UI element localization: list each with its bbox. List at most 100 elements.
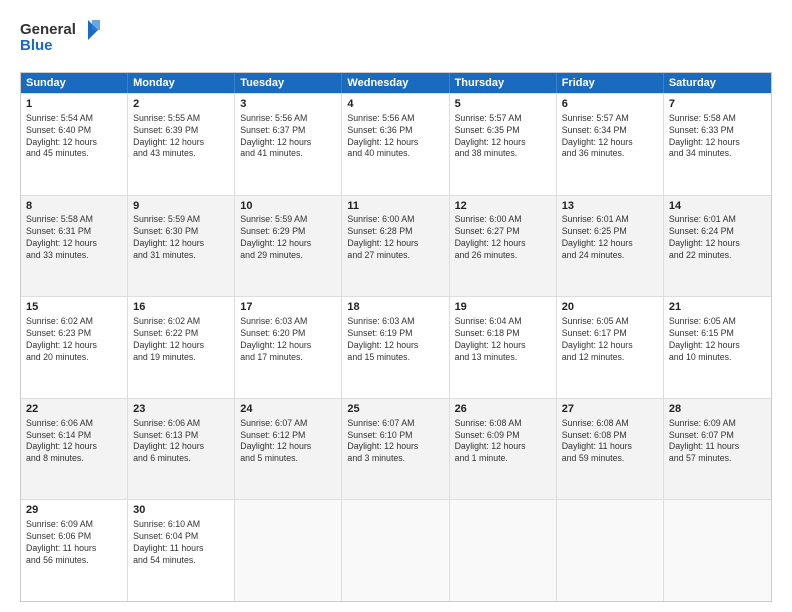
day-number: 20 bbox=[562, 300, 658, 315]
calendar: SundayMondayTuesdayWednesdayThursdayFrid… bbox=[20, 72, 772, 602]
day-number: 12 bbox=[455, 199, 551, 214]
day-info: Sunrise: 6:00 AMSunset: 6:27 PMDaylight:… bbox=[455, 214, 551, 262]
day-number: 19 bbox=[455, 300, 551, 315]
day-number: 27 bbox=[562, 402, 658, 417]
day-info: Sunrise: 5:56 AMSunset: 6:36 PMDaylight:… bbox=[347, 113, 443, 161]
day-number: 18 bbox=[347, 300, 443, 315]
day-info: Sunrise: 6:08 AMSunset: 6:08 PMDaylight:… bbox=[562, 418, 658, 466]
calendar-header-cell: Friday bbox=[557, 73, 664, 93]
calendar-body: 1Sunrise: 5:54 AMSunset: 6:40 PMDaylight… bbox=[21, 93, 771, 601]
calendar-cell: 4Sunrise: 5:56 AMSunset: 6:36 PMDaylight… bbox=[342, 94, 449, 195]
day-info: Sunrise: 6:10 AMSunset: 6:04 PMDaylight:… bbox=[133, 519, 229, 567]
calendar-week-row: 15Sunrise: 6:02 AMSunset: 6:23 PMDayligh… bbox=[21, 296, 771, 398]
day-number: 24 bbox=[240, 402, 336, 417]
calendar-cell: 9Sunrise: 5:59 AMSunset: 6:30 PMDaylight… bbox=[128, 196, 235, 297]
day-info: Sunrise: 6:00 AMSunset: 6:28 PMDaylight:… bbox=[347, 214, 443, 262]
day-info: Sunrise: 5:58 AMSunset: 6:33 PMDaylight:… bbox=[669, 113, 766, 161]
calendar-cell: 7Sunrise: 5:58 AMSunset: 6:33 PMDaylight… bbox=[664, 94, 771, 195]
calendar-cell: 1Sunrise: 5:54 AMSunset: 6:40 PMDaylight… bbox=[21, 94, 128, 195]
calendar-week-row: 8Sunrise: 5:58 AMSunset: 6:31 PMDaylight… bbox=[21, 195, 771, 297]
day-info: Sunrise: 5:58 AMSunset: 6:31 PMDaylight:… bbox=[26, 214, 122, 262]
calendar-cell bbox=[557, 500, 664, 601]
day-number: 9 bbox=[133, 199, 229, 214]
day-number: 14 bbox=[669, 199, 766, 214]
calendar-cell: 23Sunrise: 6:06 AMSunset: 6:13 PMDayligh… bbox=[128, 399, 235, 500]
day-number: 26 bbox=[455, 402, 551, 417]
day-number: 2 bbox=[133, 97, 229, 112]
calendar-cell: 6Sunrise: 5:57 AMSunset: 6:34 PMDaylight… bbox=[557, 94, 664, 195]
day-info: Sunrise: 5:54 AMSunset: 6:40 PMDaylight:… bbox=[26, 113, 122, 161]
day-number: 25 bbox=[347, 402, 443, 417]
calendar-cell: 11Sunrise: 6:00 AMSunset: 6:28 PMDayligh… bbox=[342, 196, 449, 297]
day-number: 22 bbox=[26, 402, 122, 417]
calendar-week-row: 1Sunrise: 5:54 AMSunset: 6:40 PMDaylight… bbox=[21, 93, 771, 195]
day-info: Sunrise: 6:03 AMSunset: 6:20 PMDaylight:… bbox=[240, 316, 336, 364]
day-number: 7 bbox=[669, 97, 766, 112]
page-header: General Blue bbox=[20, 18, 772, 62]
day-number: 16 bbox=[133, 300, 229, 315]
calendar-cell: 27Sunrise: 6:08 AMSunset: 6:08 PMDayligh… bbox=[557, 399, 664, 500]
day-info: Sunrise: 6:05 AMSunset: 6:17 PMDaylight:… bbox=[562, 316, 658, 364]
calendar-cell: 18Sunrise: 6:03 AMSunset: 6:19 PMDayligh… bbox=[342, 297, 449, 398]
day-number: 28 bbox=[669, 402, 766, 417]
svg-text:General: General bbox=[20, 21, 76, 38]
day-number: 3 bbox=[240, 97, 336, 112]
calendar-header-cell: Thursday bbox=[450, 73, 557, 93]
calendar-cell: 10Sunrise: 5:59 AMSunset: 6:29 PMDayligh… bbox=[235, 196, 342, 297]
day-info: Sunrise: 5:57 AMSunset: 6:34 PMDaylight:… bbox=[562, 113, 658, 161]
calendar-cell: 13Sunrise: 6:01 AMSunset: 6:25 PMDayligh… bbox=[557, 196, 664, 297]
day-number: 21 bbox=[669, 300, 766, 315]
calendar-cell bbox=[342, 500, 449, 601]
day-number: 15 bbox=[26, 300, 122, 315]
calendar-cell: 12Sunrise: 6:00 AMSunset: 6:27 PMDayligh… bbox=[450, 196, 557, 297]
day-info: Sunrise: 6:09 AMSunset: 6:06 PMDaylight:… bbox=[26, 519, 122, 567]
day-info: Sunrise: 6:06 AMSunset: 6:14 PMDaylight:… bbox=[26, 418, 122, 466]
calendar-cell: 8Sunrise: 5:58 AMSunset: 6:31 PMDaylight… bbox=[21, 196, 128, 297]
day-number: 8 bbox=[26, 199, 122, 214]
day-info: Sunrise: 6:08 AMSunset: 6:09 PMDaylight:… bbox=[455, 418, 551, 466]
calendar-cell: 14Sunrise: 6:01 AMSunset: 6:24 PMDayligh… bbox=[664, 196, 771, 297]
calendar-cell: 22Sunrise: 6:06 AMSunset: 6:14 PMDayligh… bbox=[21, 399, 128, 500]
day-number: 10 bbox=[240, 199, 336, 214]
day-info: Sunrise: 5:57 AMSunset: 6:35 PMDaylight:… bbox=[455, 113, 551, 161]
day-info: Sunrise: 5:56 AMSunset: 6:37 PMDaylight:… bbox=[240, 113, 336, 161]
day-number: 1 bbox=[26, 97, 122, 112]
day-info: Sunrise: 6:07 AMSunset: 6:10 PMDaylight:… bbox=[347, 418, 443, 466]
calendar-header-cell: Sunday bbox=[21, 73, 128, 93]
calendar-week-row: 29Sunrise: 6:09 AMSunset: 6:06 PMDayligh… bbox=[21, 499, 771, 601]
calendar-cell bbox=[235, 500, 342, 601]
day-info: Sunrise: 6:01 AMSunset: 6:25 PMDaylight:… bbox=[562, 214, 658, 262]
day-info: Sunrise: 6:07 AMSunset: 6:12 PMDaylight:… bbox=[240, 418, 336, 466]
day-info: Sunrise: 6:09 AMSunset: 6:07 PMDaylight:… bbox=[669, 418, 766, 466]
calendar-week-row: 22Sunrise: 6:06 AMSunset: 6:14 PMDayligh… bbox=[21, 398, 771, 500]
day-info: Sunrise: 6:06 AMSunset: 6:13 PMDaylight:… bbox=[133, 418, 229, 466]
calendar-header-cell: Monday bbox=[128, 73, 235, 93]
day-info: Sunrise: 5:55 AMSunset: 6:39 PMDaylight:… bbox=[133, 113, 229, 161]
day-info: Sunrise: 6:04 AMSunset: 6:18 PMDaylight:… bbox=[455, 316, 551, 364]
day-number: 4 bbox=[347, 97, 443, 112]
day-number: 29 bbox=[26, 503, 122, 518]
day-info: Sunrise: 5:59 AMSunset: 6:30 PMDaylight:… bbox=[133, 214, 229, 262]
calendar-cell: 24Sunrise: 6:07 AMSunset: 6:12 PMDayligh… bbox=[235, 399, 342, 500]
calendar-cell: 25Sunrise: 6:07 AMSunset: 6:10 PMDayligh… bbox=[342, 399, 449, 500]
calendar-header-cell: Saturday bbox=[664, 73, 771, 93]
calendar-cell: 2Sunrise: 5:55 AMSunset: 6:39 PMDaylight… bbox=[128, 94, 235, 195]
svg-text:Blue: Blue bbox=[20, 37, 53, 54]
calendar-cell: 5Sunrise: 5:57 AMSunset: 6:35 PMDaylight… bbox=[450, 94, 557, 195]
day-number: 30 bbox=[133, 503, 229, 518]
calendar-header-row: SundayMondayTuesdayWednesdayThursdayFrid… bbox=[21, 73, 771, 93]
calendar-cell: 19Sunrise: 6:04 AMSunset: 6:18 PMDayligh… bbox=[450, 297, 557, 398]
logo: General Blue bbox=[20, 18, 100, 62]
day-number: 17 bbox=[240, 300, 336, 315]
calendar-cell bbox=[450, 500, 557, 601]
calendar-cell: 3Sunrise: 5:56 AMSunset: 6:37 PMDaylight… bbox=[235, 94, 342, 195]
calendar-cell: 28Sunrise: 6:09 AMSunset: 6:07 PMDayligh… bbox=[664, 399, 771, 500]
day-number: 5 bbox=[455, 97, 551, 112]
calendar-header-cell: Tuesday bbox=[235, 73, 342, 93]
calendar-cell: 26Sunrise: 6:08 AMSunset: 6:09 PMDayligh… bbox=[450, 399, 557, 500]
calendar-cell: 29Sunrise: 6:09 AMSunset: 6:06 PMDayligh… bbox=[21, 500, 128, 601]
day-number: 13 bbox=[562, 199, 658, 214]
day-number: 23 bbox=[133, 402, 229, 417]
calendar-header-cell: Wednesday bbox=[342, 73, 449, 93]
day-info: Sunrise: 5:59 AMSunset: 6:29 PMDaylight:… bbox=[240, 214, 336, 262]
